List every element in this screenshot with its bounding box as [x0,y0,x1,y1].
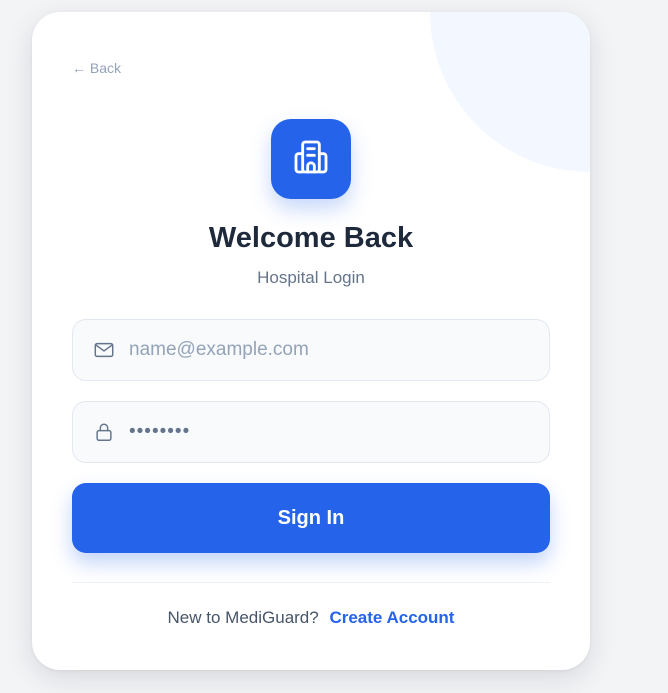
back-link[interactable]: ← Back [72,60,121,76]
signup-prompt: New to MediGuard? Create Account [32,608,590,628]
hospital-building-icon [291,137,331,182]
sign-in-button[interactable]: Sign In [72,483,550,553]
password-input[interactable] [129,421,529,443]
page-subtitle: Hospital Login [257,268,365,287]
lock-icon [93,421,115,443]
email-input[interactable] [129,339,529,361]
email-field[interactable] [72,319,550,381]
login-card: ← Back Welcome Back Hospital Login name@… [32,12,590,670]
create-account-link[interactable]: Create Account [329,608,454,627]
signup-prompt-text: New to MediGuard? [167,608,319,627]
page-title: Welcome Back [208,222,414,254]
password-field[interactable] [72,401,550,463]
divider [72,582,550,583]
corner-decoration [430,12,590,172]
hospital-logo [271,119,351,199]
mail-icon [93,339,115,361]
